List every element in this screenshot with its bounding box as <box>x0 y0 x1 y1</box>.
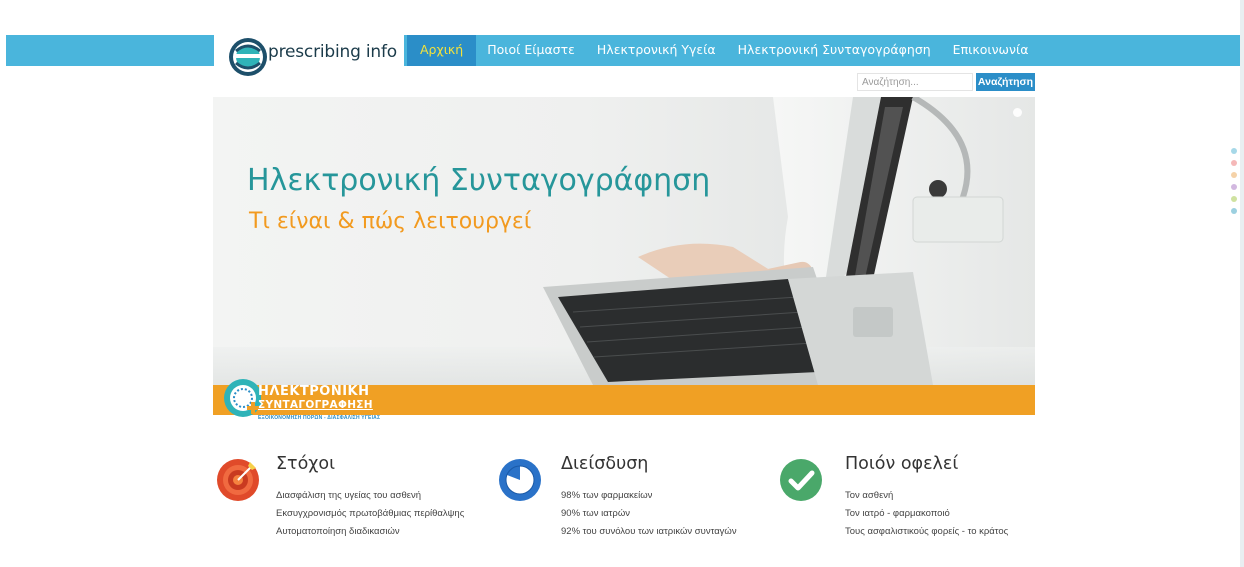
eprescribing-badge-icon <box>224 379 261 417</box>
target-icon <box>217 459 259 501</box>
badge-title: ΗΛΕΚΤΡΟΝΙΚΗ <box>258 384 370 399</box>
hero-banner[interactable]: Ηλεκτρονική Συνταγογράφηση Τι είναι & πώ… <box>213 97 1035 429</box>
list-item: Τους ασφαλιστικούς φορείς - το κράτος <box>845 526 1009 537</box>
feature-title: Διείσδυση <box>561 454 649 474</box>
search-input[interactable] <box>857 73 973 91</box>
feature-list: Τον ασθενή Τον ιατρό - φαρμακοποιό Τους … <box>845 487 1008 541</box>
pie-chart-icon <box>499 459 541 501</box>
side-dot[interactable] <box>1231 148 1237 154</box>
side-dot[interactable] <box>1231 160 1237 166</box>
feature-title: Στόχοι <box>276 454 336 474</box>
list-item: 90% των ιατρών <box>561 508 631 519</box>
nav-item-about[interactable]: Ποιοί Είμαστε <box>476 35 586 66</box>
search-button[interactable]: Αναζήτηση <box>976 73 1035 91</box>
list-item: Διασφάλιση της υγείας του ασθενή <box>276 490 422 501</box>
page: prescribing info Αρχική Ποιοί Είμαστε Ηλ… <box>0 0 1244 567</box>
side-dot[interactable] <box>1231 208 1237 214</box>
search-form: Αναζήτηση <box>857 73 1035 91</box>
badge-tagline: ΕΞΟΙΚΟΝΟΜΗΣΗ ΠΟΡΩΝ - ΔΙΑΣΦΑΛΙΣΗ ΥΓΕΙΑΣ <box>258 415 381 421</box>
list-item: 98% των φαρμακείων <box>561 490 653 501</box>
feature-list: 98% των φαρμακείων 90% των ιατρών 92% το… <box>561 487 737 541</box>
nav-item-ehealth[interactable]: Ηλεκτρονική Υγεία <box>586 35 727 66</box>
slider-indicator[interactable] <box>1013 108 1022 117</box>
nav-item-home[interactable]: Αρχική <box>407 35 477 66</box>
list-item: Αυτοματοποίηση διαδικασιών <box>276 526 400 537</box>
checkmark-icon <box>780 459 822 501</box>
hero-subtitle: Τι είναι & πώς λειτουργεί <box>249 209 532 234</box>
feature-list: Διασφάλιση της υγείας του ασθενή Εκσυγχρ… <box>276 487 464 541</box>
doctor-laptop-image <box>213 97 1035 385</box>
nav-item-contact[interactable]: Επικοινωνία <box>942 35 1040 66</box>
side-dot[interactable] <box>1231 172 1237 178</box>
feature-title: Ποιόν οφελεί <box>845 454 959 474</box>
list-item: 92% του συνόλου των ιατρικών συνταγών <box>561 526 737 537</box>
prescribing-info-logo-icon[interactable] <box>228 37 268 77</box>
side-dots-nav <box>1231 148 1237 220</box>
list-item: Τον ιατρό - φαρμακοποιό <box>845 508 950 519</box>
hero-title: Ηλεκτρονική Συνταγογράφηση <box>247 163 711 198</box>
badge-subtitle: ΣΥΝΤΑΓΟΓΡΑΦΗΣΗ <box>258 399 373 411</box>
list-item: Εκσυγχρονισμός πρωτοβάθμιας περίθαλψης <box>276 508 465 519</box>
nav-item-eprescribing[interactable]: Ηλεκτρονική Συνταγογράφηση <box>727 35 942 66</box>
main-nav: Αρχική Ποιοί Είμαστε Ηλεκτρονική Υγεία Η… <box>407 35 1039 66</box>
side-dot[interactable] <box>1231 196 1237 202</box>
brand-name[interactable]: prescribing info <box>268 42 397 62</box>
list-item: Τον ασθενή <box>845 490 894 501</box>
side-dot[interactable] <box>1231 184 1237 190</box>
page-scrollbar[interactable] <box>1240 0 1244 567</box>
